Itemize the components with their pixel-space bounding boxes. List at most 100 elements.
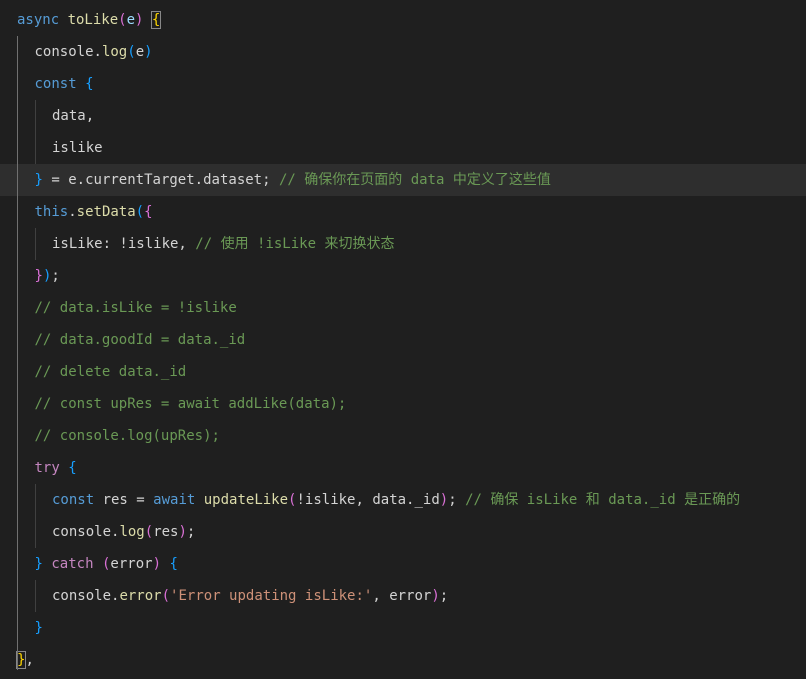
code-token: 'Error updating isLike:' <box>170 588 373 604</box>
code-token: this <box>34 204 69 220</box>
indent-guide <box>35 228 36 260</box>
code-line[interactable]: isLike: !islike, // 使用 !isLike 来切换状态 <box>0 228 806 260</box>
code-token: console <box>52 524 112 540</box>
code-token: { <box>68 460 77 476</box>
code-editor[interactable]: async toLike(e) {console.log(e) const {da… <box>0 0 806 679</box>
code-line[interactable]: console.log(e) <box>0 36 806 68</box>
code-token: try <box>34 460 60 476</box>
code-token: ; <box>186 524 196 540</box>
code-line[interactable]: this.setData({ <box>0 196 806 228</box>
code-token: islike <box>52 140 103 156</box>
code-token: } <box>34 172 43 188</box>
code-token: . <box>194 172 204 188</box>
code-token: // const upRes = await addLike(data); <box>34 396 347 412</box>
code-line[interactable]: }); <box>0 260 806 292</box>
code-token: catch <box>51 556 94 572</box>
code-token: console <box>52 588 112 604</box>
code-token: = <box>127 492 154 508</box>
code-token: ; <box>262 172 279 188</box>
code-line[interactable]: console.error('Error updating isLike:', … <box>0 580 806 612</box>
code-token: e <box>135 44 145 60</box>
code-token: ; <box>439 588 449 604</box>
code-token: currentTarget <box>85 172 195 188</box>
code-line[interactable]: islike <box>0 132 806 164</box>
code-line[interactable]: // data.goodId = data._id <box>0 324 806 356</box>
code-token: = e <box>42 172 77 188</box>
code-token: . <box>76 172 86 188</box>
code-token: async <box>17 12 68 28</box>
code-line[interactable]: } = e.currentTarget.dataset; // 确保你在页面的 … <box>0 164 806 196</box>
code-token: , <box>85 108 95 124</box>
code-token: res <box>102 492 128 508</box>
code-token: !islike, data._id <box>296 492 440 508</box>
code-token: const <box>52 492 103 508</box>
code-token: ( <box>118 12 127 28</box>
code-token: , <box>25 652 34 668</box>
code-line[interactable]: const { <box>0 68 806 100</box>
code-token: console <box>34 44 94 60</box>
code-token: { <box>85 76 94 92</box>
code-token: // 使用 !isLike 来切换状态 <box>195 236 395 252</box>
code-token: ; <box>448 492 466 508</box>
code-token: // 确保 isLike 和 data._id 是正确的 <box>465 492 741 508</box>
code-token: } <box>34 620 43 636</box>
code-token: const <box>34 76 86 92</box>
code-line[interactable]: // delete data._id <box>0 356 806 388</box>
code-token: // data.goodId = data._id <box>34 332 246 348</box>
code-token: error <box>110 556 153 572</box>
code-line[interactable]: async toLike(e) { <box>0 4 806 36</box>
code-token: data <box>52 108 86 124</box>
code-token: { <box>150 11 162 29</box>
indent-guide <box>35 484 36 548</box>
code-token: setData <box>76 204 136 220</box>
code-line[interactable]: // console.log(upRes); <box>0 420 806 452</box>
code-token: updateLike <box>203 492 289 508</box>
code-line[interactable]: console.log(res); <box>0 516 806 548</box>
code-line[interactable]: try { <box>0 452 806 484</box>
code-token: : !islike, <box>102 236 196 252</box>
indent-guide <box>35 100 36 164</box>
code-token: // data.isLike = !islike <box>34 300 237 316</box>
code-token: , error <box>372 588 432 604</box>
indent-guide <box>35 580 36 612</box>
code-token: // delete data._id <box>34 364 187 380</box>
code-token: { <box>169 556 178 572</box>
code-token: ) <box>144 44 153 60</box>
code-token: . <box>68 204 77 220</box>
code-line[interactable]: const res = await updateLike(!islike, da… <box>0 484 806 516</box>
code-line[interactable]: // const upRes = await addLike(data); <box>0 388 806 420</box>
code-token: ) <box>178 524 187 540</box>
code-token: res <box>153 524 179 540</box>
code-token: ( <box>135 204 145 220</box>
code-token: await <box>153 492 204 508</box>
code-token: ) <box>431 588 440 604</box>
code-token: { <box>144 204 153 220</box>
indent-guide <box>17 36 18 670</box>
code-line[interactable]: data, <box>0 100 806 132</box>
code-token: toLike <box>67 12 119 28</box>
code-token: isLike <box>52 236 103 252</box>
code-token: // console.log(upRes); <box>34 428 220 444</box>
code-token: log <box>101 44 128 60</box>
code-token: ) <box>152 556 161 572</box>
code-token: . <box>93 44 102 60</box>
code-line[interactable]: // data.isLike = !islike <box>0 292 806 324</box>
code-line[interactable]: }, <box>0 644 806 676</box>
code-token: ; <box>51 268 60 284</box>
code-token: error <box>119 588 162 604</box>
code-line[interactable]: } catch (error) { <box>0 548 806 580</box>
code-token: e <box>126 12 136 28</box>
code-token: dataset <box>203 172 263 188</box>
code-token: } <box>34 556 43 572</box>
code-token: ) <box>439 492 449 508</box>
code-token: } <box>34 268 43 284</box>
code-token: ( <box>161 588 171 604</box>
code-token: ( <box>127 44 136 60</box>
code-token: ( <box>144 524 154 540</box>
code-token: // 确保你在页面的 data 中定义了这些值 <box>278 172 551 188</box>
code-line[interactable]: } <box>0 612 806 644</box>
code-token: log <box>119 524 145 540</box>
